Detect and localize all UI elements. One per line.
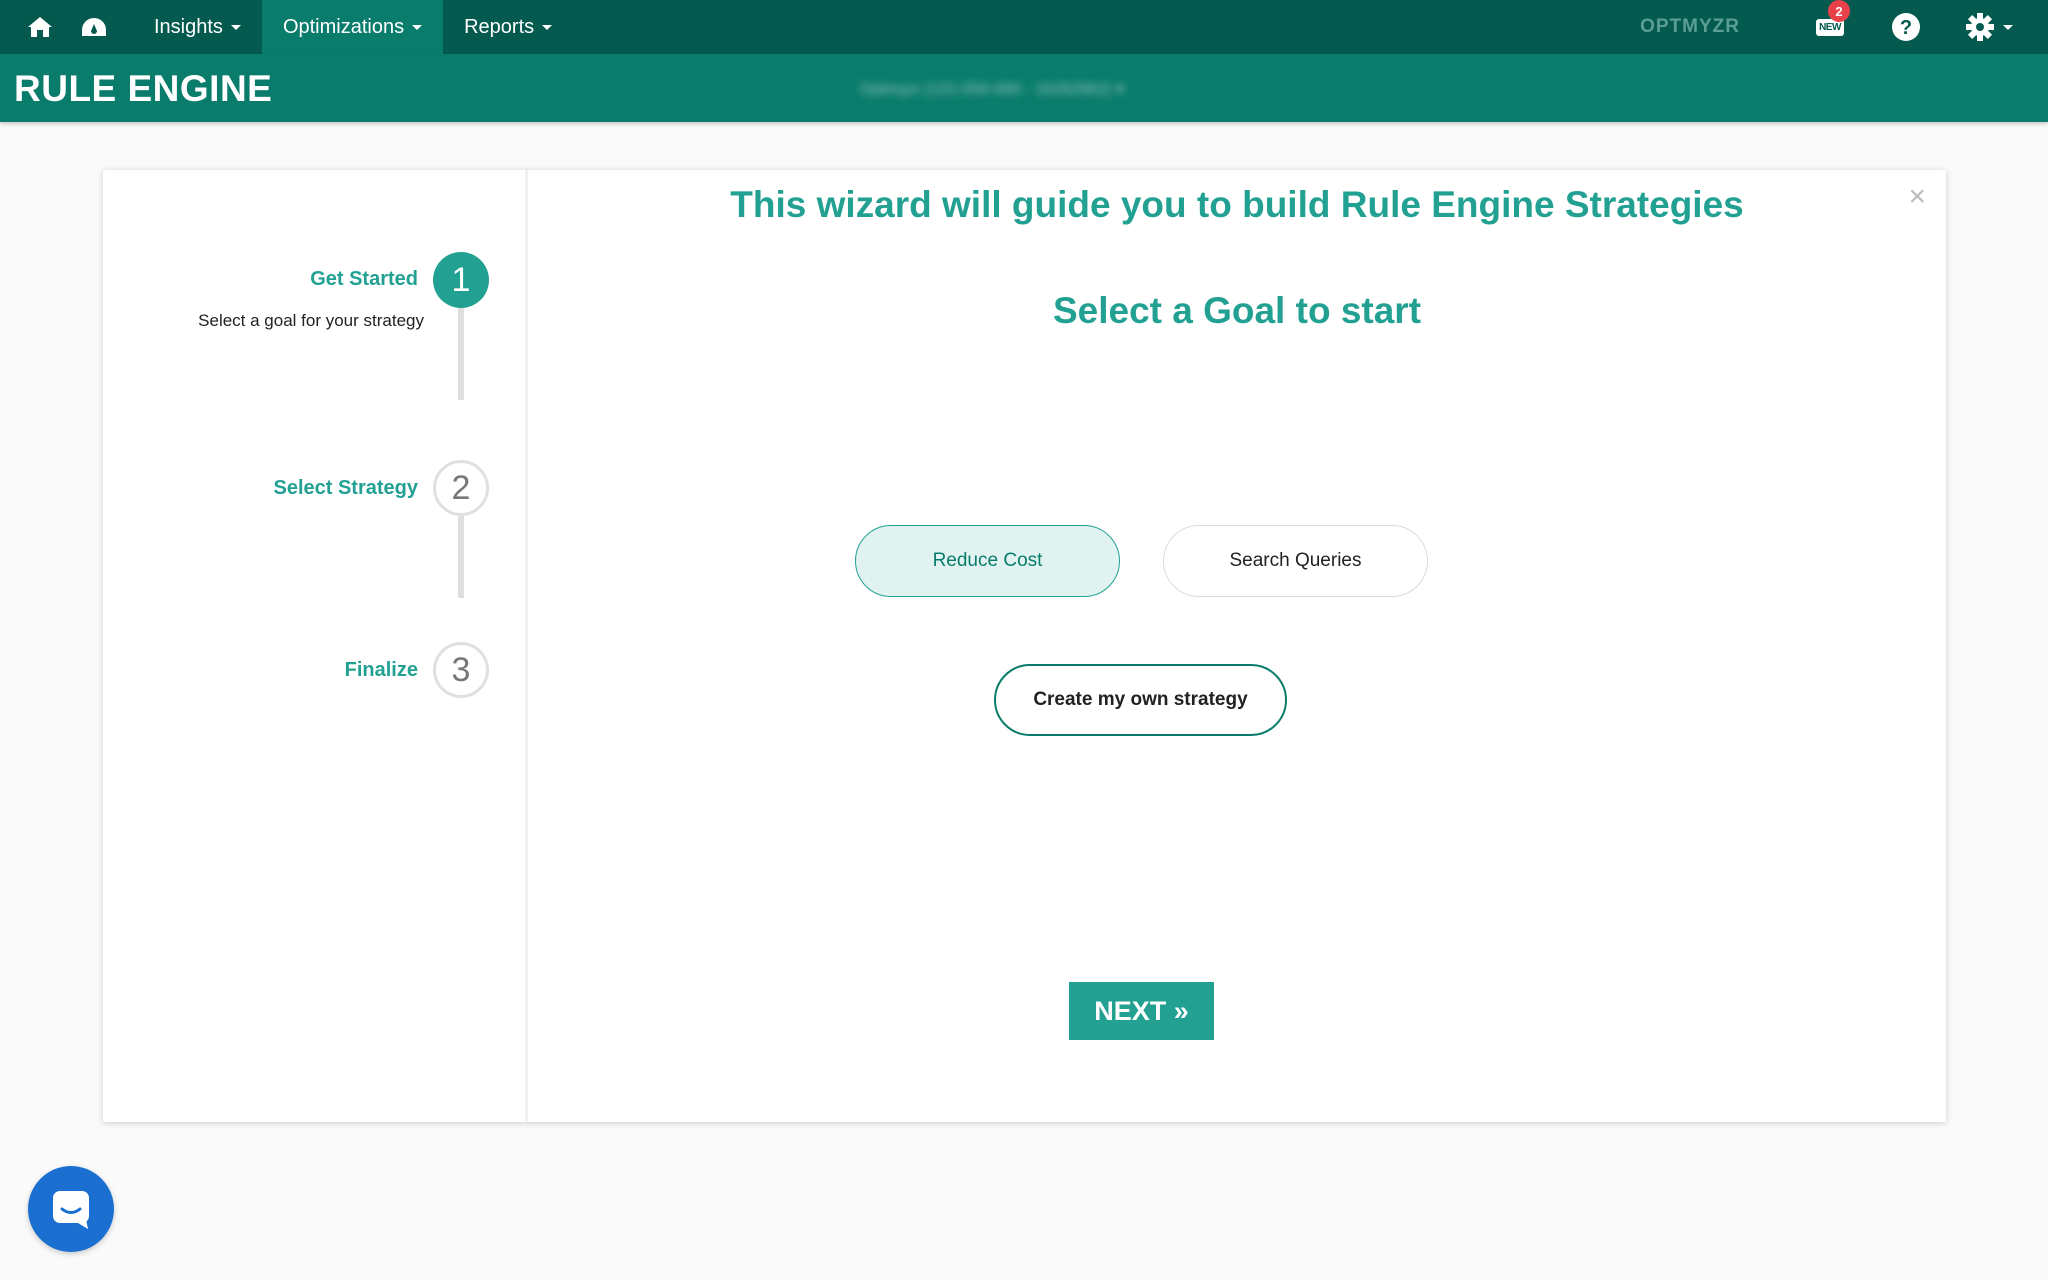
home-icon[interactable] [13,0,67,54]
gear-icon [1966,13,1994,41]
svg-text:?: ? [1900,17,1912,39]
account-selector[interactable]: Optmyzr (131-056-690 - 16262862) ▾ [860,79,1124,99]
chevron-down-icon [412,24,423,30]
chevron-down-icon [230,24,241,30]
page-header: RULE ENGINE Optmyzr (131-056-690 - 16262… [0,54,2048,122]
nav-optimizations[interactable]: Optimizations [261,0,444,54]
step-1-indicator[interactable]: 1 [433,252,489,308]
help-icon[interactable]: ? [1884,0,1928,54]
chat-button[interactable] [28,1166,114,1252]
wizard-steps: Get Started Select a goal for your strat… [103,170,528,1122]
step-2-label[interactable]: Select Strategy [273,477,418,500]
top-nav: Insights Optimizations Reports OPTMYZR N… [0,0,2048,54]
chevron-down-icon [542,24,553,30]
brand-logo: OPTMYZR [1640,16,1740,37]
goal-reduce-cost-button[interactable]: Reduce Cost [855,525,1120,597]
page-title: RULE ENGINE [14,68,273,109]
nav-optimizations-label: Optimizations [282,15,405,38]
dashboard-icon[interactable] [67,0,121,54]
step-3-label[interactable]: Finalize [345,659,418,682]
wizard-heading: This wizard will guide you to build Rule… [730,184,1744,225]
chevron-down-icon [2003,24,2013,30]
chat-icon [53,1191,89,1229]
goal-search-queries-button[interactable]: Search Queries [1163,525,1428,597]
notification-badge: 2 [1828,0,1850,22]
create-own-strategy-button[interactable]: Create my own strategy [994,664,1287,736]
step-1-label[interactable]: Get Started [310,268,418,291]
whats-new-button[interactable]: NEW 2 [1808,0,1852,54]
nav-reports[interactable]: Reports [443,0,573,54]
nav-insights[interactable]: Insights [133,0,262,54]
step-1-description: Select a goal for your strategy [198,311,424,330]
wizard-card: Get Started Select a goal for your strat… [103,170,1946,1122]
settings-menu[interactable] [1962,0,2016,54]
goal-heading: Select a Goal to start [1052,290,1422,331]
nav-reports-label: Reports [464,15,535,38]
next-button[interactable]: NEXT » [1069,982,1214,1040]
step-3-indicator[interactable]: 3 [433,642,489,698]
step-2-indicator[interactable]: 2 [433,460,489,516]
nav-insights-label: Insights [154,15,223,38]
